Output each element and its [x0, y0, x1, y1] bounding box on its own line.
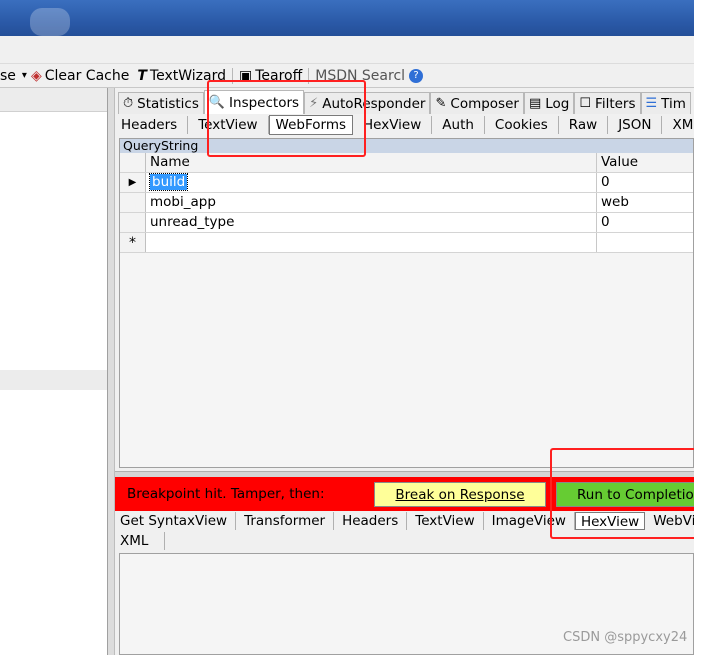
req-tab-cookies[interactable]: Cookies [485, 116, 559, 134]
toolbar-partial-item[interactable]: se ▾ [0, 65, 29, 87]
new-row[interactable]: * [120, 233, 693, 253]
resp-tab-syntaxview[interactable]: Get SyntaxView [115, 512, 237, 530]
selected-cell-text[interactable]: build [148, 173, 189, 191]
tab-statistics-label: Statistics [137, 95, 199, 112]
break-on-response-label: Break on Response [395, 486, 525, 503]
row-selector[interactable] [120, 193, 146, 212]
table-row[interactable]: ▶ build 0 [120, 173, 693, 193]
querystring-grid[interactable]: Name Value ▶ build 0 mobi_app web unread… [120, 153, 693, 253]
row-selector[interactable] [120, 213, 146, 232]
document-icon: ▤ [528, 96, 542, 111]
req-tab-json[interactable]: JSON [608, 116, 663, 134]
app-logo [30, 8, 70, 36]
grid-header-row: Name Value [120, 153, 693, 173]
main-tab-strip: ⏱ Statistics 🔍 Inspectors ⚡ AutoResponde… [115, 90, 691, 114]
grid-cell-name[interactable]: mobi_app [146, 193, 597, 212]
table-row[interactable]: unread_type 0 [120, 213, 693, 233]
break-on-response-button[interactable]: Break on Response [374, 482, 546, 507]
tab-statistics[interactable]: ⏱ Statistics [118, 92, 204, 114]
tab-filters[interactable]: ☐ Filters [574, 92, 641, 114]
response-inspector-tabs-row2: XML [115, 531, 166, 551]
req-tab-raw[interactable]: Raw [559, 116, 609, 134]
session-list-pane[interactable] [0, 88, 107, 655]
querystring-title: QueryString [120, 139, 693, 153]
new-row-icon: * [120, 233, 146, 252]
inspector-pane: ⏱ Statistics 🔍 Inspectors ⚡ AutoResponde… [115, 88, 702, 655]
req-tab-auth[interactable]: Auth [432, 116, 485, 134]
resp-tab-textview[interactable]: TextView [407, 512, 484, 530]
grid-cell-value[interactable]: web [597, 193, 693, 212]
grid-cell-value[interactable]: 0 [597, 173, 693, 192]
vertical-splitter[interactable] [107, 88, 115, 655]
tab-filters-label: Filters [595, 95, 636, 112]
pencil-icon: ✎ [435, 96, 447, 111]
dropdown-arrow-icon: ▾ [21, 70, 27, 81]
menu-bar [0, 36, 694, 64]
annotation-box-run-to-completion [550, 448, 702, 539]
checkbox-icon: ☐ [579, 96, 592, 111]
stopwatch-icon: ⏱ [123, 96, 134, 111]
session-list-header [0, 88, 107, 112]
request-inspector-tabs: Headers TextView WebForms HexView Auth C… [115, 114, 702, 136]
text-wizard-icon: T [137, 67, 147, 84]
grid-empty-area [120, 313, 693, 467]
querystring-panel: QueryString Name Value ▶ build 0 mobi_ap… [119, 138, 694, 468]
clear-cache-label: Clear Cache [44, 67, 130, 84]
window-edge [694, 0, 702, 655]
resp-tab-transformer[interactable]: Transformer [236, 512, 335, 530]
tab-timeline[interactable]: ☰ Tim [640, 92, 691, 114]
column-header-value[interactable]: Value [597, 153, 693, 172]
grid-cell-name[interactable] [146, 233, 597, 252]
grid-corner [120, 153, 146, 172]
help-icon[interactable]: ? [409, 68, 424, 83]
grid-cell-name[interactable]: build [146, 173, 597, 192]
session-row[interactable] [0, 370, 107, 390]
breakpoint-message: Breakpoint hit. Tamper, then: [127, 486, 325, 502]
resp-tab-xml[interactable]: XML [115, 532, 166, 550]
window-title-bar [0, 0, 694, 36]
toolbar-partial-label: se [0, 67, 16, 84]
req-tab-headers[interactable]: Headers [115, 116, 189, 134]
current-row-arrow-icon: ▶ [120, 173, 146, 192]
grid-cell-name[interactable]: unread_type [146, 213, 597, 232]
tab-composer-label: Composer [450, 95, 519, 112]
tab-log[interactable]: ▤ Log [523, 92, 575, 114]
watermark: CSDN @sppycxy24 [563, 630, 688, 645]
clear-cache-icon: ◈ [30, 67, 42, 84]
annotation-box-inspectors [207, 80, 366, 157]
clear-cache-button[interactable]: ◈ Clear Cache [29, 65, 131, 87]
timeline-icon: ☰ [645, 96, 658, 111]
grid-cell-value[interactable] [597, 233, 693, 252]
resp-tab-headers[interactable]: Headers [334, 512, 408, 530]
table-row[interactable]: mobi_app web [120, 193, 693, 213]
grid-cell-value[interactable]: 0 [597, 213, 693, 232]
tab-composer[interactable]: ✎ Composer [430, 92, 524, 114]
tab-timeline-label: Tim [661, 95, 686, 112]
tab-log-label: Log [545, 95, 570, 112]
